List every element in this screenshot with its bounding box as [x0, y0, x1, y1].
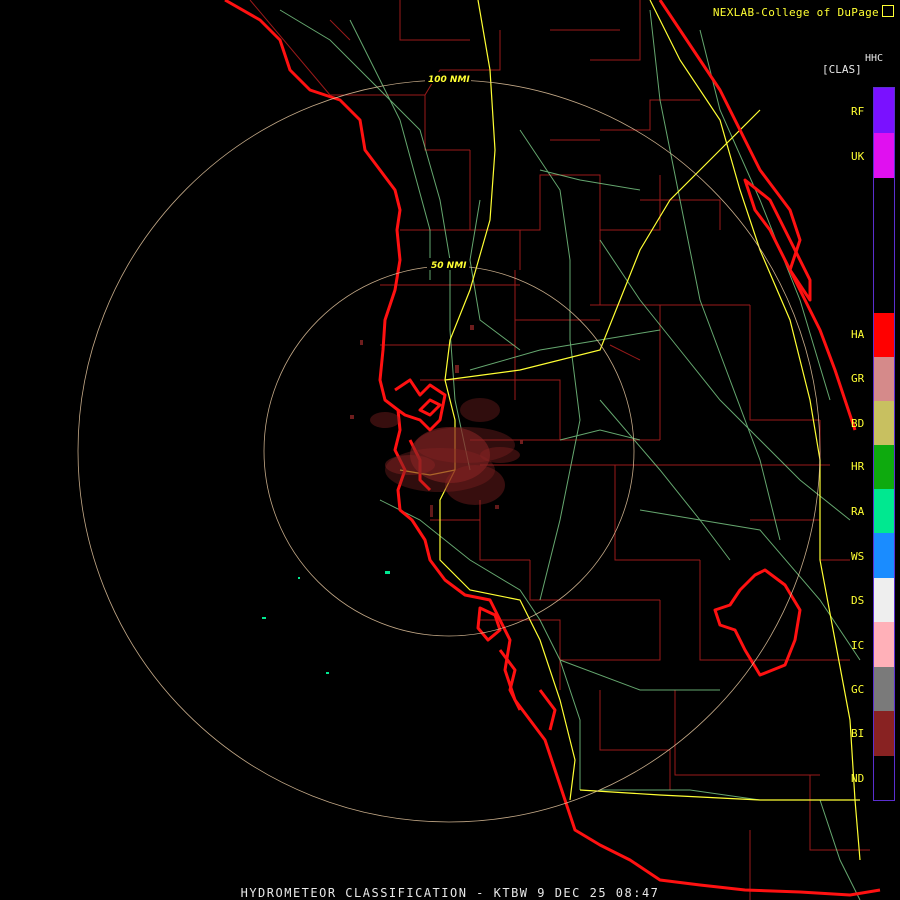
legend-label-ra: RA: [851, 505, 865, 518]
radar-echoes: [350, 325, 523, 517]
range-ring-label-50: 50 NMI: [431, 261, 467, 271]
legend-swatch-gc: [874, 667, 894, 711]
header-credit: NEXLAB-College of DuPage: [713, 4, 894, 19]
product-title: HYDROMETEOR CLASSIFICATION - KTBW 9 DEC …: [240, 886, 660, 900]
product-class-label: [CLAS]: [822, 63, 862, 76]
legend-swatch-ic: [874, 622, 894, 667]
legend-label-rf: RF: [851, 105, 865, 118]
legend-swatch-nd: [874, 756, 894, 800]
legend-swatch-ha: [874, 313, 894, 357]
legend-label-hr: HR: [851, 460, 865, 473]
legend-label-ic: IC: [851, 639, 865, 652]
legend-label-gr: GR: [851, 372, 865, 385]
legend-swatch-gr: [874, 357, 894, 401]
legend-label-nd: ND: [851, 772, 865, 785]
legend-swatch-bd: [874, 401, 894, 445]
range-ring-label-100: 100 NMI: [428, 75, 470, 85]
radar-map: 100 NMI 50 NMI: [77, 0, 881, 900]
product-code: HHC: [865, 53, 884, 64]
legend-swatch-rf: [874, 88, 894, 133]
legend-label-ws: WS: [851, 550, 865, 563]
legend-swatch-bi: [874, 711, 894, 756]
legend-swatch-ds: [874, 578, 894, 622]
legend-label-bd: BD: [851, 417, 865, 430]
coastline: [224, 0, 881, 897]
legend-label-bi: BI: [851, 727, 865, 740]
legend-swatch-ws: [874, 533, 894, 578]
legend-label-uk: UK: [851, 150, 865, 163]
legend-swatch-hr: [874, 445, 894, 489]
legend-label-gc: GC: [851, 683, 865, 696]
legend-swatch-ra: [874, 489, 894, 533]
county-boundaries: [249, 0, 870, 900]
legend-label-ds: DS: [851, 594, 865, 607]
color-legend: [873, 87, 895, 801]
highway-network: [279, 9, 861, 900]
legend-swatch-uk: [874, 133, 894, 178]
nexlab-logo-icon: [882, 5, 894, 17]
ground-clutter-echoes: [262, 571, 390, 674]
legend-label-ha: HA: [851, 328, 865, 341]
